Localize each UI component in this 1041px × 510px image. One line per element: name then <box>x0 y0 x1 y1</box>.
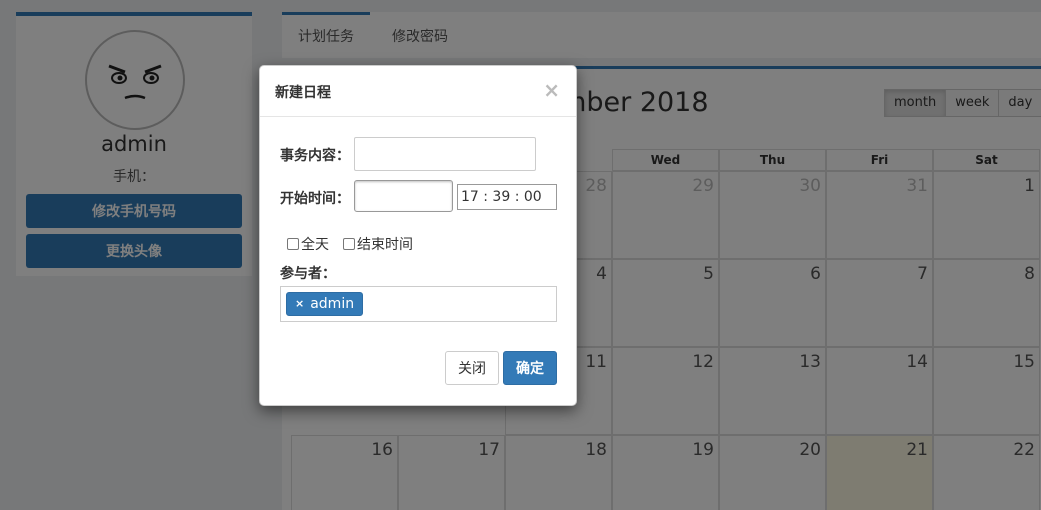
remove-icon[interactable]: × <box>295 293 304 315</box>
modal-title: 新建日程 <box>275 85 331 101</box>
endtime-checkbox[interactable] <box>343 238 355 250</box>
participant-name: admin <box>310 296 355 312</box>
close-icon[interactable]: × <box>543 78 560 102</box>
participants-label: 参与者： <box>280 266 336 282</box>
confirm-button[interactable]: 确定 <box>503 351 557 385</box>
modal-header: 新建日程 × <box>260 66 576 117</box>
allday-option[interactable]: 全天 <box>287 234 329 254</box>
event-content-input[interactable] <box>354 137 536 171</box>
participants-input[interactable]: × admin <box>280 286 557 322</box>
start-time-label: 开始时间： <box>280 191 350 207</box>
start-date-input[interactable] <box>354 180 453 212</box>
event-content-label: 事务内容： <box>280 148 350 164</box>
allday-label: 全天 <box>301 237 329 253</box>
close-button[interactable]: 关闭 <box>445 351 499 385</box>
allday-checkbox[interactable] <box>287 238 299 250</box>
endtime-option[interactable]: 结束时间 <box>343 234 413 254</box>
new-event-modal: 新建日程 × 事务内容： 开始时间： 全天 结束时间 参与者： × admin … <box>259 65 577 406</box>
endtime-label: 结束时间 <box>357 237 413 253</box>
participant-tag: × admin <box>286 292 364 316</box>
start-time-input[interactable] <box>457 184 557 210</box>
options-row: 全天 结束时间 <box>287 234 427 254</box>
